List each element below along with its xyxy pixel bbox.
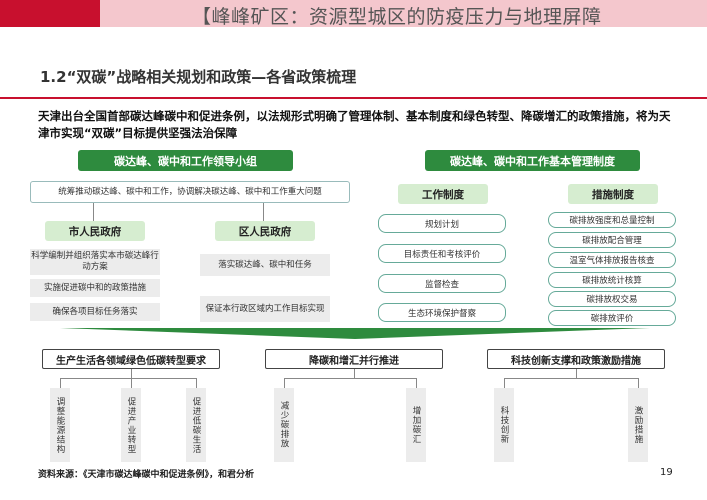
connector	[263, 203, 264, 221]
measures-item: 碳排放统计核算	[548, 272, 676, 288]
connector	[576, 369, 577, 378]
city-gov-item: 确保各项目标任务落实	[30, 303, 160, 321]
measures-item: 碳排放强度和总量控制	[548, 212, 676, 228]
connector	[284, 378, 285, 388]
connector	[60, 378, 196, 379]
page-number: 19	[660, 467, 673, 478]
connector	[284, 378, 416, 379]
work-system-item: 目标责任和考核评价	[378, 244, 506, 263]
banner-red-block	[0, 0, 100, 27]
connector	[196, 378, 197, 388]
connector	[93, 203, 94, 221]
work-system-item: 规划计划	[378, 214, 506, 233]
district-gov-item: 保证本行政区域内工作目标实现	[200, 296, 330, 322]
banner-title: 【峰峰矿区：资源型城区的防疫压力与地理屏障	[192, 6, 602, 28]
work-system-label: 工作制度	[398, 184, 488, 204]
connector	[504, 378, 638, 379]
bottom-item: 促进低碳生活	[186, 388, 206, 462]
work-system-item: 监督检查	[378, 274, 506, 293]
measures-item: 碳排放权交易	[548, 291, 676, 307]
city-gov-label: 市人民政府	[45, 221, 145, 241]
measures-item: 碳排放评价	[548, 310, 676, 326]
headline: 天津出台全国首部碳达峰碳中和促进条例，以法规形式明确了管理体制、基本制度和绿色转…	[38, 109, 671, 140]
bottom-item: 调整能源结构	[50, 388, 70, 462]
connector	[504, 378, 505, 388]
measures-label: 措施制度	[568, 184, 658, 204]
connector	[354, 369, 355, 378]
measures-item: 碳排放配合管理	[548, 232, 676, 248]
district-gov-label: 区人民政府	[215, 221, 315, 241]
connector	[416, 378, 417, 388]
bottom-item: 促进产业转型	[121, 388, 141, 462]
district-gov-item: 落实碳达峰、碳中和任务	[200, 254, 330, 276]
title-divider	[0, 97, 707, 99]
measures-item: 温室气体排放报告核查	[548, 252, 676, 268]
bottom-item: 激励措施	[628, 388, 648, 462]
section-title: 1.2“双碳”战略相关规划和政策—各省政策梳理	[40, 68, 357, 86]
bottom-group-label: 生产生活各领域绿色低碳转型要求	[42, 349, 220, 369]
bottom-group-label: 科技创新支撑和政策激励措施	[487, 349, 665, 369]
city-gov-item: 实施促进碳中和的政策措施	[30, 279, 160, 297]
source-note: 资料来源：《天津市碳达峰碳中和促进条例》，和君分析	[38, 470, 255, 480]
bottom-group-label: 降碳和增汇并行推进	[265, 349, 443, 369]
bottom-item: 科技创新	[494, 388, 514, 462]
bottom-item: 增加碳汇	[406, 388, 426, 462]
connector	[638, 378, 639, 388]
left-header: 碳达峰、碳中和工作领导小组	[78, 150, 293, 171]
green-swoosh	[60, 328, 650, 339]
work-system-item: 生态环境保护督察	[378, 303, 506, 322]
bottom-item: 减少碳排放	[274, 388, 294, 462]
connector	[60, 378, 61, 388]
connector	[131, 378, 132, 388]
city-gov-item: 科学编制并组织落实本市碳达峰行动方案	[30, 249, 160, 275]
connector	[131, 369, 132, 378]
coordinator-box: 统筹推动碳达峰、碳中和工作，协调解决碳达峰、碳中和工作重大问题	[30, 181, 350, 203]
right-header: 碳达峰、碳中和工作基本管理制度	[425, 150, 640, 171]
